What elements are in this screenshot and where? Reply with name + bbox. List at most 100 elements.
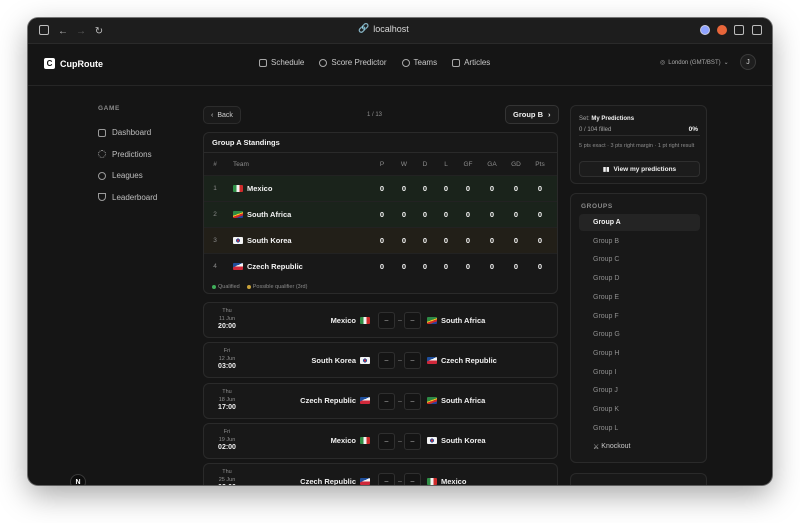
group-item[interactable]: Group G	[579, 326, 700, 343]
match-date-label: 25 Jun	[218, 477, 236, 484]
match-day: Fri	[223, 348, 231, 355]
home-score-input[interactable]: –	[378, 473, 395, 485]
match-card[interactable]: Thu 11 Jun 20:00 Mexico – – – South Africa	[203, 302, 558, 338]
stat-cell: 0	[401, 210, 407, 219]
back-button[interactable]: ‹ Back	[203, 106, 241, 124]
extension-icon[interactable]	[700, 25, 710, 35]
users-icon	[401, 58, 410, 67]
nav-schedule[interactable]: Schedule	[259, 58, 304, 67]
away-team-name: South Africa	[441, 315, 486, 325]
score-separator: –	[398, 478, 402, 485]
app-logo[interactable]: C CupRoute	[44, 58, 103, 69]
sidebar-item-label: Dashboard	[112, 128, 152, 138]
group-item[interactable]: Group B	[579, 233, 700, 250]
sidebar-item-predictions[interactable]: Predictions	[98, 144, 198, 166]
home-score-input[interactable]: –	[378, 352, 395, 370]
home-team: Czech Republic	[300, 464, 370, 485]
timezone-select[interactable]: ◎ London (GMT/BST) ⌄	[660, 59, 729, 67]
match-date-label: 12 Jun	[218, 356, 236, 363]
nav-articles[interactable]: Articles	[452, 58, 490, 67]
stat-cell: 0	[489, 184, 495, 193]
group-item[interactable]: Group A	[579, 214, 700, 231]
match-card[interactable]: Fri 19 Jun 02:00 Mexico – – – South Korea	[203, 422, 558, 459]
stat-cell: 0	[537, 184, 543, 193]
match-date: Thu 11 Jun 20:00	[204, 307, 250, 331]
nav-score-predictor[interactable]: Score Predictor	[319, 58, 387, 67]
split-view-icon[interactable]	[752, 25, 762, 35]
legend-possible: Possible qualifier (3rd)	[246, 284, 307, 290]
sidebar-item-dashboard[interactable]: Dashboard	[98, 122, 198, 144]
south-korea-flag-icon	[427, 437, 437, 445]
match-card[interactable]: Thu25 Jun02:00 Czech Republic ––– Mexico	[203, 463, 558, 485]
team-cell[interactable]: Czech Republic	[233, 254, 363, 279]
sidebar-item-label: Leaderboard	[112, 192, 158, 202]
south-africa-flag-icon	[427, 316, 437, 324]
home-score-input[interactable]: –	[378, 432, 395, 450]
team-cell[interactable]: South Africa	[233, 202, 363, 227]
away-score-input[interactable]: –	[404, 352, 421, 370]
column-header: #	[213, 160, 217, 168]
group-item[interactable]: Group J	[579, 382, 700, 399]
dev-badge[interactable]: N	[70, 474, 86, 485]
home-score-input[interactable]: –	[378, 392, 395, 410]
reader-icon[interactable]	[734, 25, 744, 35]
back-arrow-icon[interactable]: ←	[56, 24, 70, 38]
away-team-name: South Korea	[441, 436, 486, 446]
team-name: South Korea	[247, 236, 292, 245]
column-header: GD	[511, 160, 521, 168]
home-team: Czech Republic	[300, 384, 370, 418]
knockout-item[interactable]: ⚔ Knockout	[579, 438, 700, 455]
match-day: Thu	[222, 469, 232, 476]
user-avatar[interactable]: J	[740, 54, 756, 70]
stat-cell: 0	[422, 210, 428, 219]
group-item[interactable]: Group C	[579, 251, 700, 268]
stat-cell: 0	[465, 210, 471, 219]
away-score-input[interactable]: –	[404, 432, 421, 450]
away-score-input[interactable]: –	[404, 312, 421, 329]
reload-icon[interactable]: ↻	[92, 24, 106, 38]
sidebar-item-leagues[interactable]: Leagues	[98, 165, 198, 187]
away-score-input[interactable]: –	[404, 473, 421, 485]
sidebar-item-leaderboard[interactable]: Leaderboard	[98, 187, 198, 209]
nav-articles-label: Articles	[464, 58, 491, 67]
score-separator: –	[398, 317, 402, 324]
home-score-input[interactable]: –	[378, 312, 395, 329]
stat-cell: 0	[422, 262, 428, 271]
table-row[interactable]: 1 Mexico 0 0 0 0 0 0 0 0	[204, 175, 557, 201]
czech-republic-flag-icon	[360, 477, 370, 485]
table-row[interactable]: 2 South Africa 0 0 0 0 0 0 0 0	[204, 201, 557, 227]
url-text: localhost	[373, 23, 409, 34]
group-item[interactable]: Group K	[579, 401, 700, 418]
mexico-flag-icon	[360, 437, 370, 445]
fox-extension-icon[interactable]	[717, 25, 727, 35]
table-row[interactable]: 4 Czech Republic 0 0 0 0 0 0 0 0	[204, 253, 557, 279]
team-cell[interactable]: Mexico	[233, 176, 363, 201]
forward-arrow-icon[interactable]: →	[74, 24, 88, 38]
group-item[interactable]: Group H	[579, 345, 700, 362]
column-header: W	[400, 160, 408, 168]
match-time: 02:00	[218, 443, 236, 451]
group-item[interactable]: Group L	[579, 420, 700, 437]
nav-teams[interactable]: Teams	[401, 58, 437, 67]
away-score-input[interactable]: –	[404, 392, 421, 410]
group-item[interactable]: Group E	[579, 289, 700, 306]
leagues-icon	[98, 171, 106, 180]
match-card[interactable]: Fri 12 Jun 03:00 South Korea – – – Czech Republ…	[203, 342, 558, 379]
sidebar-item-label: Predictions	[112, 149, 152, 159]
match-date: Thu 18 Jun 17:00	[204, 388, 250, 412]
group-item[interactable]: Group D	[579, 270, 700, 287]
row-position: 2	[213, 211, 217, 218]
next-group-button[interactable]: Group B ›	[505, 105, 559, 124]
match-card[interactable]: Thu 18 Jun 17:00 Czech Republic – – – South Afr…	[203, 382, 558, 419]
stat-cell: 0	[465, 262, 471, 271]
team-cell[interactable]: South Korea	[233, 228, 363, 253]
address-bar[interactable]: 🔗 localhost	[358, 23, 409, 34]
table-row[interactable]: 3 South Korea 0 0 0 0 0 0 0 0	[204, 227, 557, 253]
group-item[interactable]: Group F	[579, 308, 700, 325]
left-sidebar: GAME Dashboard Predictions Leagues Leade…	[98, 86, 198, 208]
group-item[interactable]: Group I	[579, 364, 700, 381]
groups-heading: GROUPS	[581, 203, 613, 210]
sidebar-toggle-icon[interactable]	[39, 25, 49, 35]
view-predictions-button[interactable]: ▮▮ View my predictions	[579, 161, 700, 177]
away-team: Mexico	[427, 464, 466, 485]
